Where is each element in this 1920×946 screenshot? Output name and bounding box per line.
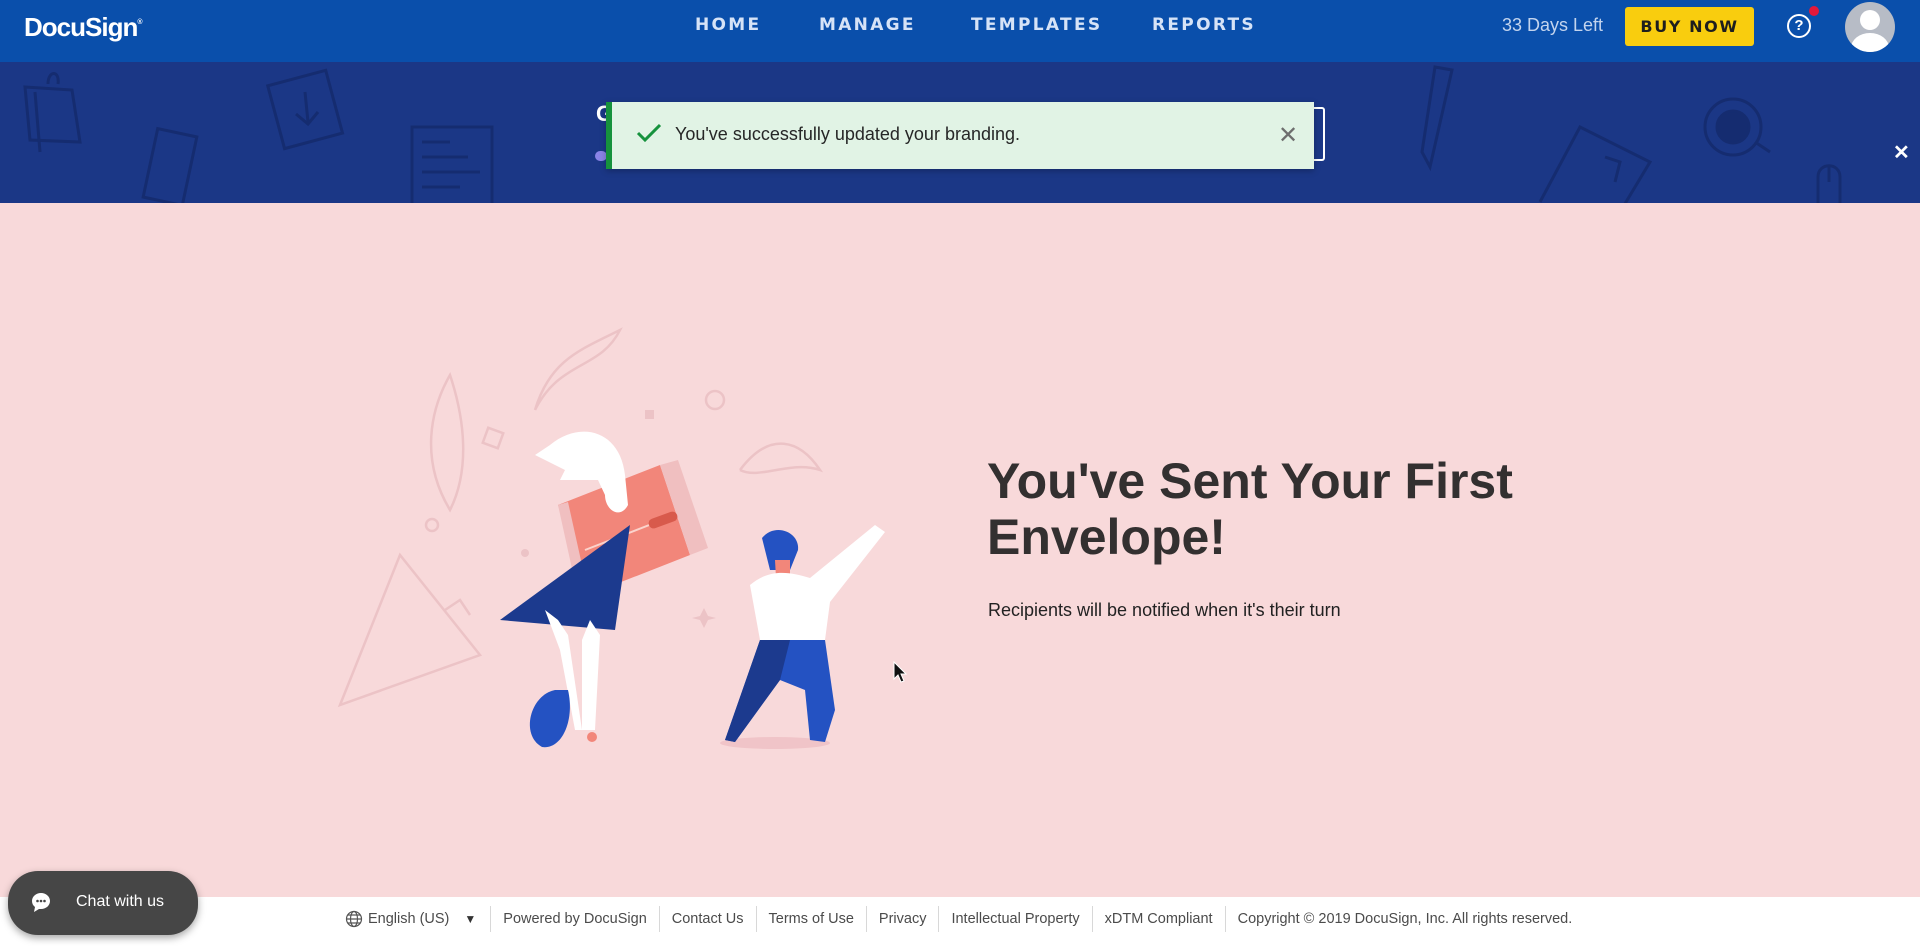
coffee-doodle-icon	[1703, 97, 1771, 157]
handstand-person	[500, 525, 630, 748]
nav-templates[interactable]: TEMPLATES	[971, 15, 1102, 35]
phone-doodle-icon	[141, 126, 199, 203]
language-selector[interactable]: English (US) ▼	[345, 906, 490, 932]
document-doodle-icon	[410, 125, 494, 203]
footer-links: English (US) ▼ Powered by DocuSign Conta…	[345, 906, 1585, 932]
help-icon[interactable]: ?	[1787, 14, 1811, 38]
trial-days-left: 33 Days Left	[1502, 15, 1604, 35]
streamer-doodle	[533, 327, 623, 411]
book-doodle-icon	[1538, 125, 1653, 203]
download-doodle-icon	[265, 68, 345, 151]
globe-icon	[345, 910, 363, 928]
footer-link-privacy[interactable]: Privacy	[865, 906, 939, 932]
sparkle-doodle	[692, 608, 716, 628]
mouse-doodle-icon	[1816, 164, 1842, 203]
leaf-doodle	[429, 371, 465, 513]
footer-link-contact[interactable]: Contact Us	[658, 906, 756, 932]
buy-now-button[interactable]: BUY NOW	[1625, 7, 1754, 46]
top-navigation-bar: DocuSign® HOME MANAGE TEMPLATES REPORTS …	[0, 0, 1920, 62]
language-label: English (US)	[368, 911, 450, 927]
page-footer: English (US) ▼ Powered by DocuSign Conta…	[0, 897, 1920, 946]
circle-doodle-small	[424, 517, 440, 533]
banner-close-icon[interactable]: ✕	[1893, 140, 1910, 165]
docusign-logo[interactable]: DocuSign®	[24, 12, 143, 43]
square-dot	[645, 410, 654, 419]
success-toast: You've successfully updated your brandin…	[606, 102, 1314, 169]
dot-doodle	[521, 549, 529, 557]
footer-link-xdtm[interactable]: xDTM Compliant	[1091, 906, 1225, 932]
nav-home[interactable]: HOME	[695, 15, 761, 35]
arrow-doodle	[444, 598, 472, 616]
page-subtitle: Recipients will be notified when it's th…	[988, 600, 1341, 620]
checkmark-icon	[636, 123, 662, 143]
bag-doodle-icon	[23, 72, 82, 153]
avatar-body	[1851, 33, 1889, 52]
party-hat-doodle	[337, 552, 483, 708]
mouse-cursor-icon	[893, 661, 908, 683]
caret-down-icon: ▼	[464, 912, 477, 926]
ribbon-doodle	[739, 442, 824, 475]
pointing-person	[720, 525, 885, 749]
notification-dot	[1809, 6, 1819, 16]
footer-link-powered-by[interactable]: Powered by DocuSign	[490, 906, 658, 932]
square-doodle	[481, 426, 505, 450]
chat-label: Chat with us	[76, 893, 165, 910]
page-title: You've Sent Your First Envelope!	[987, 453, 1513, 565]
circle-doodle	[704, 389, 726, 411]
user-avatar-icon[interactable]	[1845, 2, 1895, 52]
nav-reports[interactable]: REPORTS	[1152, 15, 1256, 35]
logo-text: DocuSign	[24, 12, 138, 42]
nav-manage[interactable]: MANAGE	[819, 15, 916, 35]
footer-link-terms[interactable]: Terms of Use	[755, 906, 866, 932]
chat-bubble-icon	[32, 893, 50, 912]
chat-with-us-button[interactable]: Chat with us	[8, 871, 198, 935]
avatar-head	[1860, 10, 1880, 30]
toast-message: You've successfully updated your brandin…	[675, 124, 1020, 144]
footer-link-ip[interactable]: Intellectual Property	[938, 906, 1091, 932]
copyright: Copyright © 2019 DocuSign, Inc. All righ…	[1224, 906, 1585, 932]
celebration-illustration	[337, 327, 885, 749]
pencil-doodle-icon	[1420, 65, 1454, 172]
toast-close-icon[interactable]: ✕	[1278, 121, 1298, 149]
